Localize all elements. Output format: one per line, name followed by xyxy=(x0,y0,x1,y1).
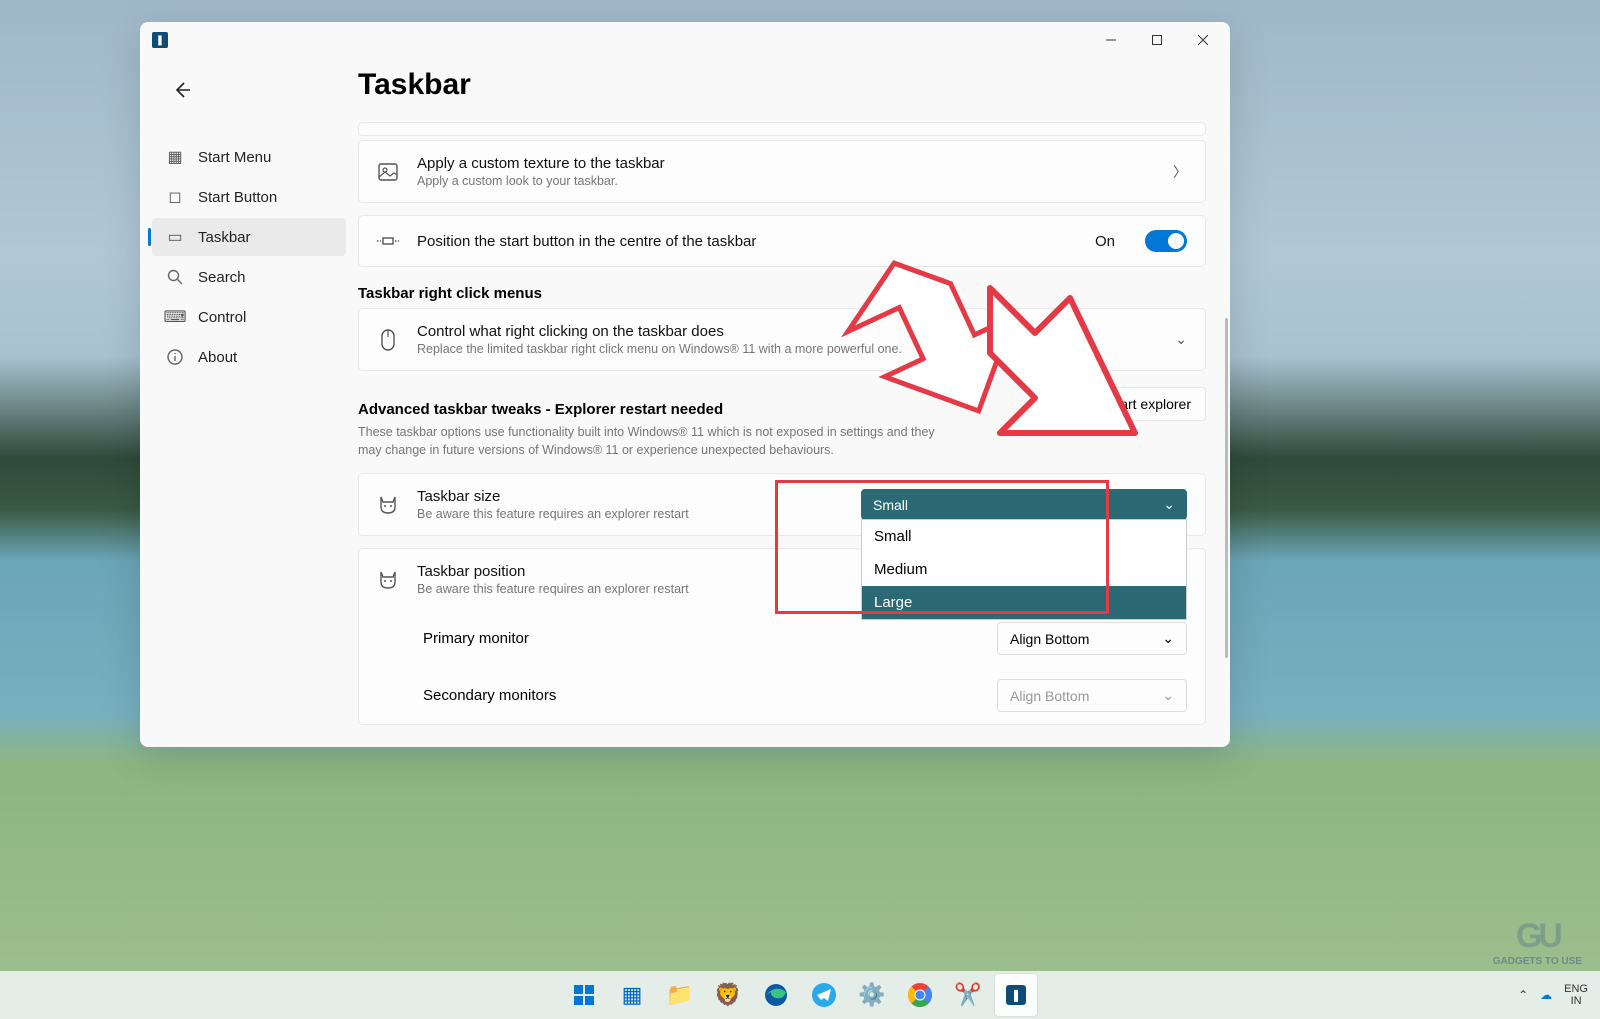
sidebar-item-taskbar[interactable]: ▭ Taskbar xyxy=(152,218,346,256)
windows-taskbar: ▦ 📁 🦁 ⚙️ ✂️ ❚ ⌃ ☁ ENG IN xyxy=(0,971,1600,1019)
setting-taskbar-size: Taskbar size Be aware this feature requi… xyxy=(358,473,1206,536)
taskbar-app-brave[interactable]: 🦁 xyxy=(707,974,749,1016)
taskbar-app-telegram[interactable] xyxy=(803,974,845,1016)
language-indicator[interactable]: ENG IN xyxy=(1564,983,1588,1007)
setting-title: Control what right clicking on the taskb… xyxy=(417,323,1157,340)
sidebar-item-label: Search xyxy=(198,269,246,286)
sidebar-item-about[interactable]: About xyxy=(152,338,346,376)
chevron-down-icon: ⌄ xyxy=(1162,687,1174,704)
tray-onedrive-icon[interactable]: ☁ xyxy=(1540,988,1552,1002)
section-heading: Advanced taskbar tweaks - Explorer resta… xyxy=(358,401,948,418)
keyboard-icon: ⌨ xyxy=(166,308,184,326)
sidebar-item-control[interactable]: ⌨ Control xyxy=(152,298,346,336)
card-spacer xyxy=(358,122,1206,136)
cat-icon xyxy=(377,494,399,516)
taskbar-app-store[interactable]: ▦ xyxy=(611,974,653,1016)
taskbar-app-chrome[interactable] xyxy=(899,974,941,1016)
align-center-icon xyxy=(377,230,399,252)
selected-value: Align Bottom xyxy=(1010,631,1089,647)
sidebar-item-search[interactable]: Search xyxy=(152,258,346,296)
setting-title: Position the start button in the centre … xyxy=(417,233,1077,250)
titlebar: ❚ xyxy=(140,22,1230,58)
system-tray: ⌃ ☁ ENG IN xyxy=(1518,983,1588,1007)
sub-label: Secondary monitors xyxy=(423,687,556,704)
setting-subtitle: Replace the limited taskbar right click … xyxy=(417,342,1157,356)
setting-subtitle: Apply a custom look to your taskbar. xyxy=(417,174,1155,188)
info-icon xyxy=(166,348,184,366)
image-icon xyxy=(377,161,399,183)
chevron-down-icon: ⌄ xyxy=(1162,630,1174,647)
option-medium[interactable]: Medium xyxy=(862,553,1186,586)
setting-title: Taskbar size xyxy=(417,488,843,505)
taskbar-app-settings[interactable]: ⚙️ xyxy=(851,974,893,1016)
chevron-right-icon: 〉 xyxy=(1173,162,1187,182)
taskbar-size-select[interactable]: Small ⌄ xyxy=(861,489,1187,520)
start-button[interactable] xyxy=(563,974,605,1016)
grid-icon: ▦ xyxy=(166,148,184,166)
taskbar-app-edge[interactable] xyxy=(755,974,797,1016)
taskbar-icon: ▭ xyxy=(166,228,184,246)
sidebar: ▦ Start Menu ◻ Start Button ▭ Taskbar Se… xyxy=(140,58,358,747)
button-icon: ◻ xyxy=(166,188,184,206)
cat-icon xyxy=(377,569,399,591)
setting-title: Apply a custom texture to the taskbar xyxy=(417,155,1155,172)
sidebar-item-label: Start Button xyxy=(198,189,277,206)
setting-center-start: Position the start button in the centre … xyxy=(358,215,1206,267)
restart-explorer-button[interactable]: Restart explorer xyxy=(1076,387,1206,421)
main-content: Taskbar Apply a custom texture to the ta… xyxy=(358,58,1230,747)
sidebar-item-label: Control xyxy=(198,309,246,326)
taskbar-app-explorer[interactable]: 📁 xyxy=(659,974,701,1016)
app-window: ❚ ▦ Start Menu ◻ xyxy=(140,22,1230,747)
option-large[interactable]: Large xyxy=(862,586,1186,619)
secondary-monitor-select: Align Bottom ⌄ xyxy=(997,679,1187,712)
minimize-button[interactable] xyxy=(1088,24,1134,56)
sidebar-item-start-button[interactable]: ◻ Start Button xyxy=(152,178,346,216)
selected-value: Align Bottom xyxy=(1010,688,1089,704)
toggle-state: On xyxy=(1095,233,1115,250)
maximize-button[interactable] xyxy=(1134,24,1180,56)
toggle-center-start[interactable] xyxy=(1145,230,1187,252)
back-button[interactable] xyxy=(162,70,202,110)
selected-value: Small xyxy=(873,497,908,513)
section-description: These taskbar options use functionality … xyxy=(358,424,948,459)
page-title: Taskbar xyxy=(358,68,1206,102)
close-button[interactable] xyxy=(1180,24,1226,56)
option-small[interactable]: Small xyxy=(862,520,1186,553)
search-icon xyxy=(166,268,184,286)
sidebar-item-label: About xyxy=(198,349,237,366)
tray-chevron-icon[interactable]: ⌃ xyxy=(1518,988,1528,1002)
sidebar-item-label: Taskbar xyxy=(198,229,251,246)
chevron-down-icon: ⌄ xyxy=(1175,331,1187,348)
mouse-icon xyxy=(377,329,399,351)
app-icon: ❚ xyxy=(152,32,168,48)
scrollbar[interactable] xyxy=(1225,318,1228,658)
setting-texture[interactable]: Apply a custom texture to the taskbar Ap… xyxy=(358,140,1206,203)
taskbar-size-options: Small Medium Large xyxy=(861,519,1187,620)
taskbar-app-current[interactable]: ❚ xyxy=(995,974,1037,1016)
chevron-down-icon: ⌄ xyxy=(1163,496,1175,513)
setting-right-click[interactable]: Control what right clicking on the taskb… xyxy=(358,308,1206,371)
sidebar-item-label: Start Menu xyxy=(198,149,271,166)
taskbar-app-snip[interactable]: ✂️ xyxy=(947,974,989,1016)
setting-subtitle: Be aware this feature requires an explor… xyxy=(417,507,843,521)
sidebar-item-start-menu[interactable]: ▦ Start Menu xyxy=(152,138,346,176)
primary-monitor-select[interactable]: Align Bottom ⌄ xyxy=(997,622,1187,655)
sub-label: Primary monitor xyxy=(423,630,529,647)
watermark: GU GADGETS TO USE xyxy=(1493,917,1582,967)
section-heading: Taskbar right click menus xyxy=(358,285,1206,302)
